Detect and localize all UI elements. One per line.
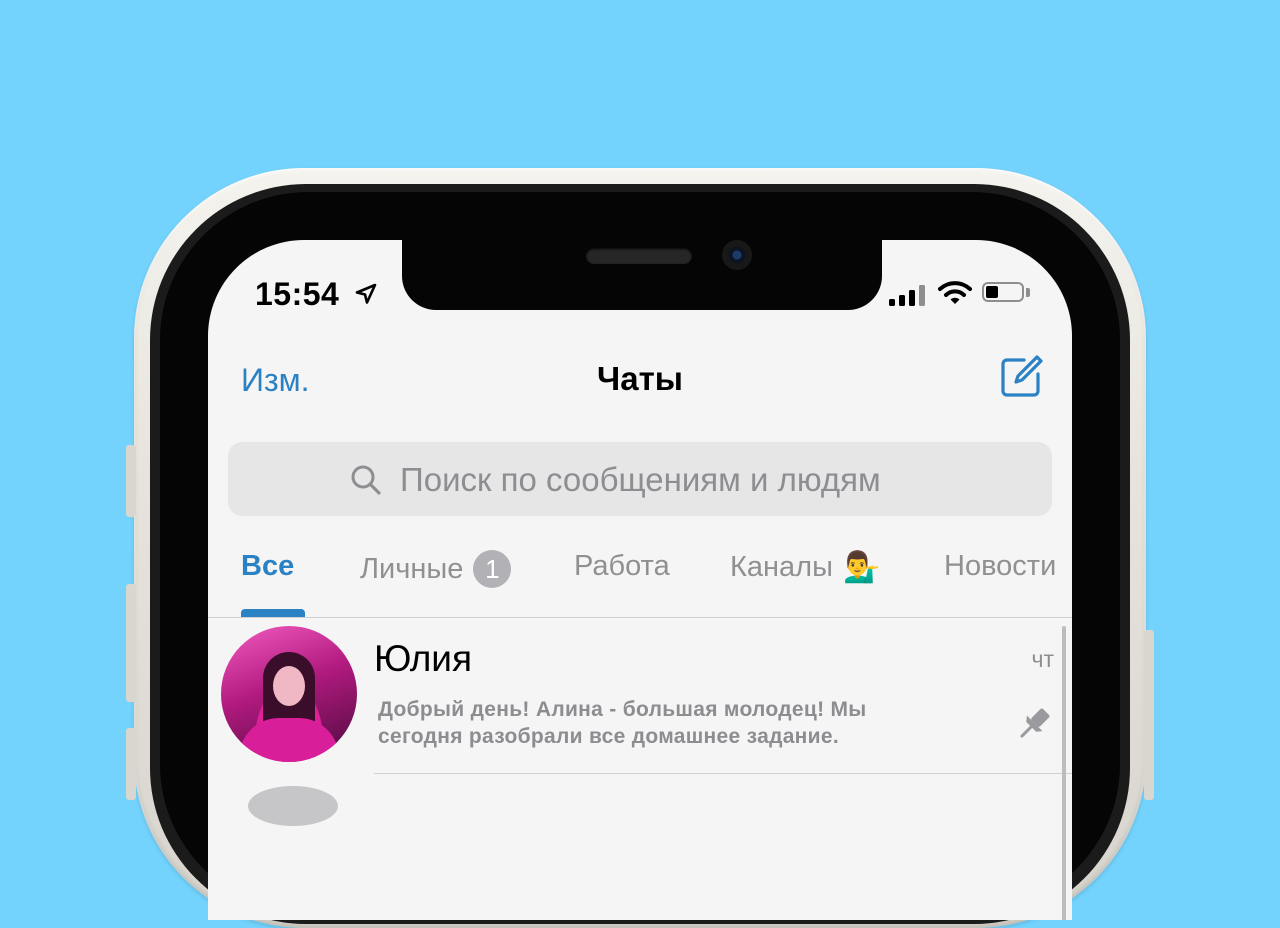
unread-badge: 1 — [473, 550, 512, 588]
signal-bars-icon — [889, 284, 925, 306]
wifi-icon — [938, 281, 972, 304]
avatar — [248, 786, 338, 826]
avatar-face — [273, 666, 305, 706]
tab-all[interactable]: Все — [241, 550, 294, 583]
tab-channels[interactable]: Каналы 💁‍♂️ — [730, 550, 880, 585]
search-icon — [351, 465, 381, 495]
tab-label: Каналы — [730, 551, 833, 583]
tab-label: Работа — [574, 550, 670, 582]
tab-label: Новости — [944, 550, 1057, 582]
tab-label: Личные — [360, 552, 464, 585]
compose-icon[interactable] — [998, 354, 1044, 400]
phone-screen: 15:54 Изм. Чаты Все Личные 1 — [208, 240, 1072, 920]
page-title: Чаты — [597, 360, 683, 397]
battery-icon — [982, 282, 1024, 302]
battery-fill — [986, 286, 998, 298]
battery-tip — [1026, 288, 1030, 297]
side-button — [126, 728, 136, 800]
scrollbar[interactable] — [1062, 626, 1066, 920]
folder-tabs: Все Личные 1 Работа Каналы 💁‍♂️ Новости — [208, 550, 1072, 620]
front-camera — [722, 240, 752, 270]
chat-list-item[interactable]: Юлия чт Добрый день! Алина - большая мол… — [208, 618, 1072, 826]
person-tipping-hand-icon: 💁‍♂️ — [842, 551, 881, 584]
tab-work[interactable]: Работа — [574, 550, 670, 583]
status-time: 15:54 — [255, 276, 340, 312]
tab-label: Все — [241, 550, 295, 582]
location-arrow-icon — [355, 283, 377, 304]
pin-icon — [1020, 708, 1050, 738]
search-input[interactable] — [398, 454, 1022, 506]
earpiece-speaker — [586, 248, 692, 264]
tab-personal[interactable]: Личные 1 — [360, 550, 512, 588]
chat-time: чт — [1031, 646, 1054, 672]
side-button — [126, 445, 136, 517]
tab-news[interactable]: Новости — [944, 550, 1056, 583]
avatar — [221, 626, 357, 762]
avatar-body — [239, 718, 339, 762]
chat-message-preview: Добрый день! Алина - большая молодец! Мы… — [378, 698, 867, 748]
divider — [374, 773, 1072, 774]
search-bar[interactable] — [228, 442, 1052, 516]
chat-name: Юлия — [374, 638, 473, 679]
side-button — [1144, 630, 1154, 800]
side-button — [126, 584, 136, 702]
